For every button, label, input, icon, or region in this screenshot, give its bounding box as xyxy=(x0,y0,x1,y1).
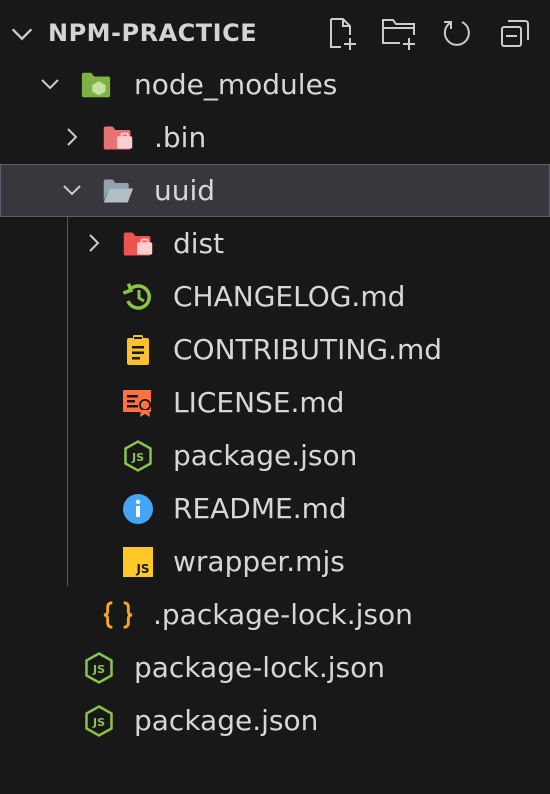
tree-item-label: uuid xyxy=(154,174,216,207)
chevron-right-icon[interactable] xyxy=(60,125,84,149)
chevron-down-icon[interactable] xyxy=(38,72,62,96)
tree-item-package-lock-json[interactable]: JS package-lock.json xyxy=(0,641,550,694)
nodejs-icon: JS xyxy=(122,440,154,472)
explorer-header[interactable]: NPM-PRACTICE xyxy=(0,0,550,66)
tree-item-label: dist xyxy=(173,227,225,260)
tree-item-root-package-json[interactable]: JS package.json xyxy=(0,694,550,747)
new-folder-button[interactable] xyxy=(380,14,418,52)
license-icon xyxy=(122,387,154,419)
tree-item-label: package.json xyxy=(173,439,358,472)
refresh-icon xyxy=(443,21,470,46)
new-folder-icon xyxy=(382,19,415,50)
new-file-button[interactable] xyxy=(322,14,360,52)
tree-item-readme[interactable]: README.md xyxy=(0,482,550,535)
tree-item-changelog[interactable]: CHANGELOG.md xyxy=(0,270,550,323)
svg-text:JS: JS xyxy=(131,451,144,464)
tree-item-bin[interactable]: .bin xyxy=(0,111,550,164)
javascript-icon: JS xyxy=(122,546,154,578)
tree-item-label: README.md xyxy=(173,492,347,525)
tree-item-label: node_modules xyxy=(134,68,338,101)
nodejs-icon: JS xyxy=(83,652,115,684)
chevron-right-icon[interactable] xyxy=(82,231,106,255)
chevron-down-icon[interactable] xyxy=(8,20,36,48)
tree-item-package-json[interactable]: JS package.json xyxy=(0,429,550,482)
tree-item-node-modules[interactable]: node_modules xyxy=(0,58,550,111)
new-file-icon xyxy=(330,18,356,50)
node-modules-folder-icon xyxy=(80,69,112,101)
json-braces-icon xyxy=(102,599,134,631)
collapse-all-button[interactable] xyxy=(496,14,534,52)
folder-open-icon xyxy=(102,175,134,207)
tree-item-contributing[interactable]: CONTRIBUTING.md xyxy=(0,323,550,376)
workspace-title: NPM-PRACTICE xyxy=(48,19,258,47)
file-tree: node_modules .bin uuid dist CHANGELOG.md… xyxy=(0,58,550,747)
tree-item-label: CONTRIBUTING.md xyxy=(173,333,443,366)
tree-item-dist[interactable]: dist xyxy=(0,217,550,270)
tree-item-label: package-lock.json xyxy=(134,651,385,684)
dist-folder-icon xyxy=(122,228,154,260)
nodejs-icon: JS xyxy=(83,705,115,737)
explorer-actions xyxy=(322,14,534,52)
tree-item-uuid[interactable]: uuid xyxy=(0,164,550,217)
svg-text:JS: JS xyxy=(92,663,105,676)
tree-item-license[interactable]: LICENSE.md xyxy=(0,376,550,429)
explorer-panel: NPM-PRACTICE node_modules .bin uuid dist… xyxy=(0,0,550,794)
collapse-all-icon xyxy=(501,20,529,47)
tree-item-label: LICENSE.md xyxy=(173,386,345,419)
tree-item-wrapper-mjs[interactable]: JS wrapper.mjs xyxy=(0,535,550,588)
tree-item-label: .bin xyxy=(154,121,207,154)
svg-text:JS: JS xyxy=(92,716,105,729)
tree-item-label: CHANGELOG.md xyxy=(173,280,406,313)
refresh-button[interactable] xyxy=(438,14,476,52)
readme-info-icon xyxy=(122,493,154,525)
bin-folder-icon xyxy=(102,122,134,154)
tree-item-label: .package-lock.json xyxy=(153,598,413,631)
contributing-icon xyxy=(122,334,154,366)
changelog-icon xyxy=(122,281,154,313)
chevron-down-icon[interactable] xyxy=(60,178,84,202)
tree-item-dot-package-lock[interactable]: .package-lock.json xyxy=(0,588,550,641)
svg-text:JS: JS xyxy=(135,562,149,576)
tree-item-label: package.json xyxy=(134,704,319,737)
tree-item-label: wrapper.mjs xyxy=(173,545,345,578)
